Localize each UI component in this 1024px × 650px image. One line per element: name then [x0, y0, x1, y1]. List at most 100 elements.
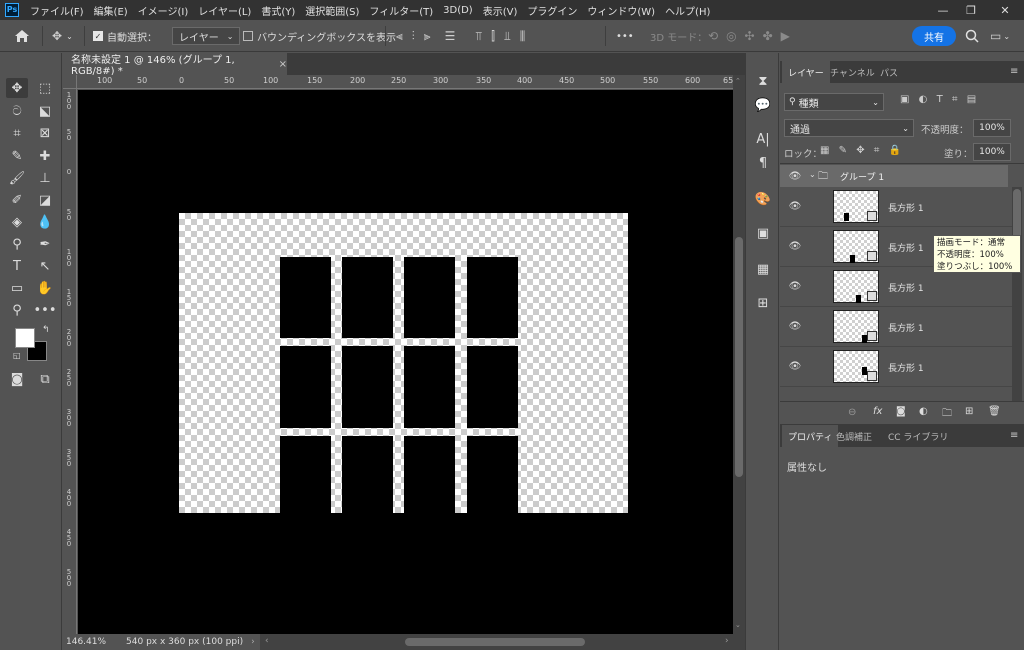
filter-adjustment-icon[interactable]: ◐	[919, 94, 928, 105]
menu-help[interactable]: ヘルプ(H)	[660, 3, 715, 18]
paint-bucket-tool-icon[interactable]: ◈	[6, 212, 28, 232]
dodge-tool-icon[interactable]: ⚲	[6, 234, 28, 254]
filter-shape-icon[interactable]: ⌗	[952, 94, 958, 105]
blend-mode-dropdown[interactable]: 通過 ⌄	[784, 119, 914, 137]
patterns-panel-icon[interactable]: ⊞	[753, 293, 773, 313]
fill-input[interactable]: 100%	[973, 143, 1011, 161]
rectangle-shape[interactable]	[342, 436, 393, 513]
menu-edit[interactable]: 編集(E)	[89, 3, 133, 18]
crop-tool-icon[interactable]: ⌗	[6, 123, 28, 143]
scroll-up-icon[interactable]: ⌃	[735, 77, 741, 85]
path-select-tool-icon[interactable]: ↖	[34, 256, 56, 276]
ruler-corner[interactable]	[63, 75, 77, 89]
object-select-tool-icon[interactable]: ⬕	[34, 101, 56, 121]
brush-tool-icon[interactable]: 🖌	[6, 168, 28, 188]
bounding-box-checkbox[interactable]: バウンディングボックスを表示	[243, 20, 396, 52]
rectangle-shape[interactable]	[342, 346, 393, 428]
type-tool-icon[interactable]: T	[6, 256, 28, 276]
3d-orbit-icon[interactable]: ⟲	[708, 29, 718, 43]
filter-pixel-icon[interactable]: ▣	[900, 94, 909, 105]
layers-scrollbar[interactable]	[1012, 187, 1022, 402]
eraser-tool-icon[interactable]: ◪	[34, 190, 56, 210]
align-left-icon[interactable]: ⫷	[396, 29, 403, 44]
gradient-panel-icon[interactable]: ▣	[753, 223, 773, 243]
document-tab[interactable]: 名称未設定 1 @ 146% (グループ 1, RGB/8#) * ×	[63, 53, 287, 77]
move-tool-preset[interactable]: ✥ ⌄	[52, 20, 73, 52]
menu-image[interactable]: イメージ(I)	[133, 3, 194, 18]
rectangle-shape[interactable]	[404, 436, 455, 513]
restore-button[interactable]: ❐	[958, 0, 984, 20]
vertical-scroll-thumb[interactable]	[735, 237, 743, 477]
swatches-panel-icon[interactable]: ▦	[753, 259, 773, 279]
tab-paths[interactable]: パス	[874, 61, 904, 83]
eyedropper-tool-icon[interactable]: ✎	[6, 146, 28, 166]
healing-brush-tool-icon[interactable]: ✚	[34, 146, 56, 166]
status-arrow-icon[interactable]: ›	[251, 637, 255, 647]
rectangle-shape[interactable]	[467, 436, 518, 513]
eye-icon[interactable]: 👁	[788, 199, 802, 213]
lock-image-icon[interactable]: ✎	[839, 145, 847, 156]
scroll-right-icon[interactable]: ›	[725, 636, 729, 646]
character-panel-icon[interactable]: A|	[753, 129, 773, 149]
lock-all-icon[interactable]: 🔒	[889, 145, 901, 156]
checkbox-icon[interactable]	[243, 31, 253, 41]
new-layer-icon[interactable]: ⊞	[965, 406, 973, 417]
layer-row[interactable]: 👁 長方形 1	[780, 307, 1012, 347]
filter-smart-object-icon[interactable]: ▤	[967, 94, 976, 105]
opacity-input[interactable]: 100%	[973, 119, 1011, 137]
search-button[interactable]	[965, 20, 979, 52]
hand-tool-icon[interactable]: ✋	[34, 278, 56, 298]
workspace-button[interactable]: ▭ ⌄	[990, 20, 1010, 52]
scroll-left-icon[interactable]: ‹	[265, 636, 269, 646]
paragraph-panel-icon[interactable]: ¶	[753, 153, 773, 173]
eye-icon[interactable]: 👁	[788, 359, 802, 373]
menu-layer[interactable]: レイヤー(L)	[193, 3, 256, 18]
menu-select[interactable]: 選択範囲(S)	[300, 3, 364, 18]
checkbox-checked-icon[interactable]: ✓	[93, 31, 103, 41]
adjustment-layer-icon[interactable]: ◐	[919, 406, 928, 417]
rectangle-shape[interactable]	[404, 346, 455, 428]
more-options-button[interactable]: •••	[616, 20, 634, 52]
pen-tool-icon[interactable]: ✒	[34, 234, 56, 254]
rectangle-shape[interactable]	[467, 257, 518, 338]
zoom-level[interactable]: 146.41%	[66, 637, 106, 647]
menu-view[interactable]: 表示(V)	[478, 3, 523, 18]
auto-select-checkbox[interactable]: ✓ 自動選択：	[93, 20, 157, 52]
lock-artboard-icon[interactable]: ⌗	[874, 145, 880, 156]
layer-filter-dropdown[interactable]: ⚲ 種類 ⌄	[784, 93, 884, 111]
align-bottom-icon[interactable]: ⫫	[504, 29, 511, 44]
clone-stamp-tool-icon[interactable]: ⊥	[34, 168, 56, 188]
eye-icon[interactable]: 👁	[788, 279, 802, 293]
share-button[interactable]: 共有	[912, 26, 956, 46]
layer-row[interactable]: 👁 長方形 1	[780, 187, 1012, 227]
comments-panel-icon[interactable]: 💬	[753, 95, 773, 115]
3d-roll-icon[interactable]: ◎	[726, 29, 736, 43]
default-colors-icon[interactable]: ◱	[13, 351, 21, 360]
layer-group-row[interactable]: 👁 ⌄ 🗀 グループ 1	[780, 165, 1008, 187]
lock-position-icon[interactable]: ✥	[856, 145, 864, 156]
menu-filter[interactable]: フィルター(T)	[364, 3, 438, 18]
swap-colors-icon[interactable]: ↰	[42, 325, 50, 335]
horizontal-scroll-thumb[interactable]	[405, 638, 585, 646]
layer-row[interactable]: 👁 長方形 1	[780, 267, 1012, 307]
menu-type[interactable]: 書式(Y)	[256, 3, 300, 18]
menu-plugins[interactable]: プラグイン	[522, 3, 582, 18]
distribute-vertical-icon[interactable]: ⫼	[520, 29, 526, 44]
canvas-area[interactable]	[78, 90, 733, 634]
rectangle-shape[interactable]	[280, 346, 331, 428]
scroll-down-icon[interactable]: ⌄	[735, 621, 741, 629]
link-layers-icon[interactable]: ⊖	[848, 407, 856, 418]
align-top-icon[interactable]: ⫪	[475, 29, 482, 44]
rectangle-shape[interactable]	[342, 257, 393, 338]
eye-icon[interactable]: 👁	[788, 169, 802, 183]
tab-cc-libraries[interactable]: CC ライブラリ	[882, 425, 954, 447]
minimize-button[interactable]: —	[930, 0, 956, 20]
zoom-tool-icon[interactable]: ⚲	[6, 300, 28, 320]
align-middle-icon[interactable]: ⫿	[491, 29, 495, 44]
3d-camera-icon[interactable]: ▶	[781, 29, 790, 43]
menu-3d[interactable]: 3D(D)	[438, 5, 478, 16]
marquee-tool-icon[interactable]: ⬚	[34, 78, 56, 98]
screen-mode-icon[interactable]: ⧉	[34, 369, 56, 389]
tab-channels[interactable]: チャンネル	[824, 61, 881, 83]
panel-menu-icon[interactable]: ≡	[1010, 66, 1018, 77]
